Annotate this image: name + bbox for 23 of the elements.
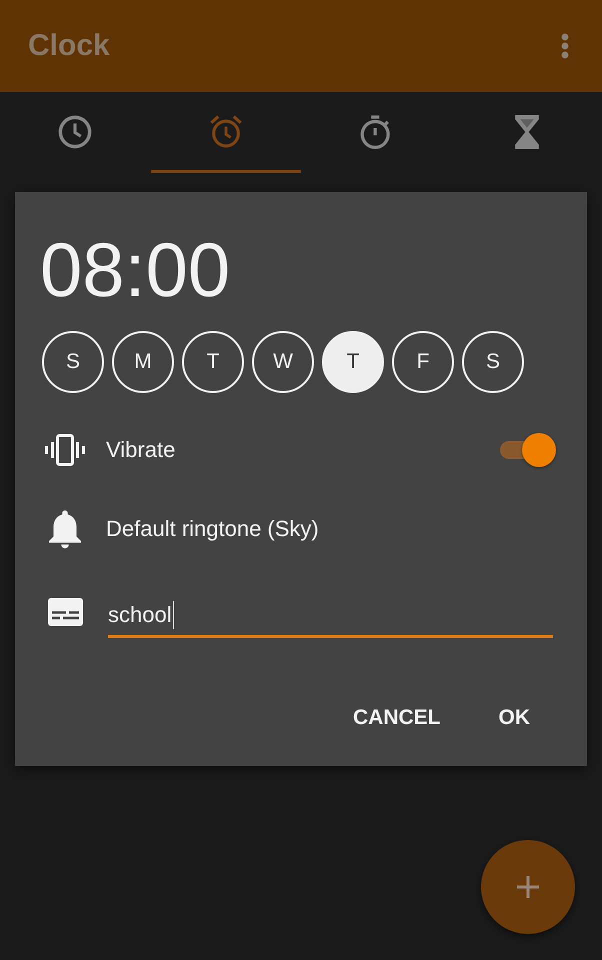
day-toggle[interactable]: T: [182, 331, 244, 393]
cancel-button[interactable]: CANCEL: [337, 694, 456, 742]
day-toggle[interactable]: W: [252, 331, 314, 393]
day-toggle[interactable]: M: [112, 331, 174, 393]
day-toggle[interactable]: S: [462, 331, 524, 393]
more-options-icon[interactable]: [561, 33, 569, 59]
app-title: Clock: [28, 29, 110, 63]
label-input-field[interactable]: school: [108, 586, 553, 638]
vibrate-switch[interactable]: [500, 432, 556, 468]
text-cursor: [172, 600, 174, 628]
day-toggle[interactable]: S: [42, 331, 104, 393]
alarm-time[interactable]: 08:00: [15, 233, 230, 309]
day-toggle[interactable]: T: [322, 331, 384, 393]
alarm-clock-icon: [208, 115, 243, 149]
text-box-icon: [48, 598, 82, 626]
ok-button[interactable]: OK: [482, 694, 546, 742]
day-toggle[interactable]: F: [392, 331, 454, 393]
bell-icon: [48, 509, 82, 549]
ringtone-label[interactable]: Default ringtone (Sky): [106, 516, 319, 542]
plus-icon: [516, 875, 540, 899]
clock-icon: [58, 115, 92, 149]
vibrate-label: Vibrate: [106, 437, 176, 463]
vibrating-phone-icon: [45, 434, 85, 466]
